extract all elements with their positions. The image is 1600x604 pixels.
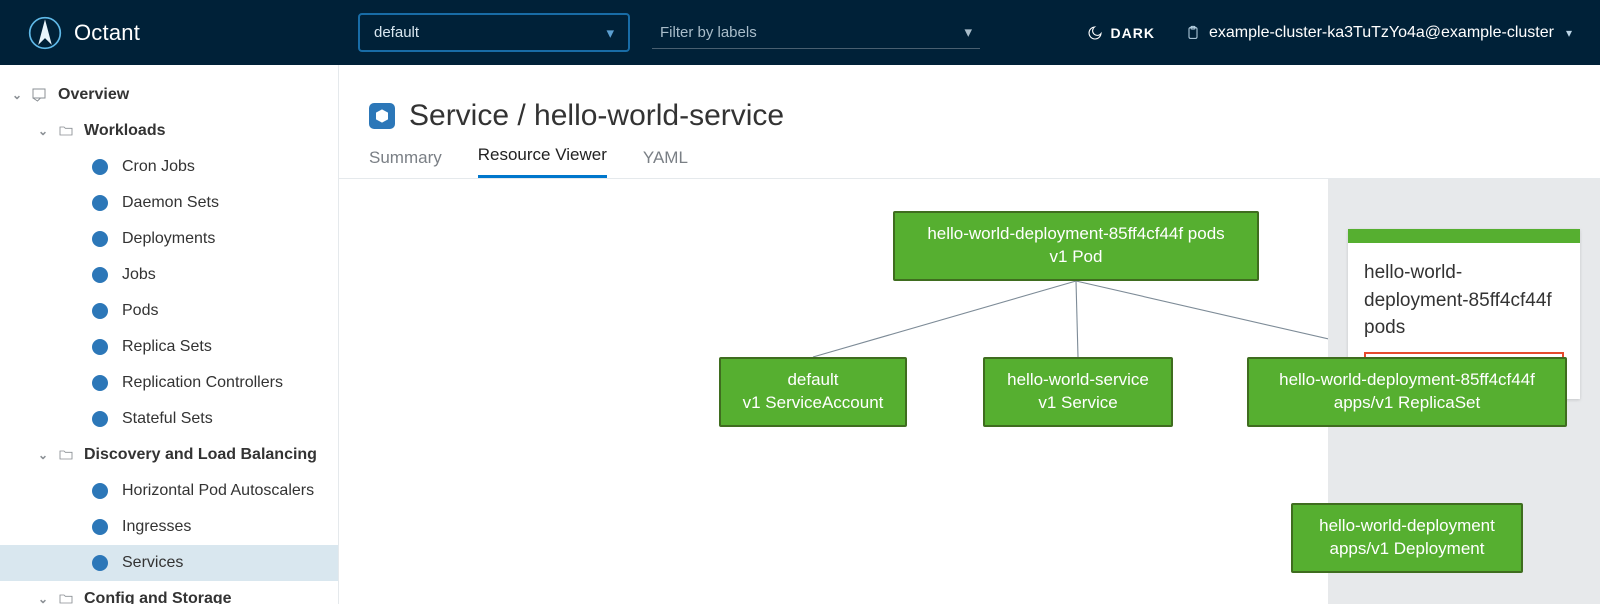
sidebar-item-label: Horizontal Pod Autoscalers: [122, 482, 314, 500]
tab-summary[interactable]: Summary: [369, 148, 442, 178]
sidebar-section-label: Discovery and Load Balancing: [84, 446, 317, 464]
resource-icon: [92, 519, 108, 535]
sidebar-item-label: Cron Jobs: [122, 158, 195, 176]
tabs: Summary Resource Viewer YAML: [339, 133, 1600, 179]
theme-toggle[interactable]: DARK: [1087, 25, 1155, 41]
sidebar-item-label: Pods: [122, 302, 158, 320]
layout: ⌄ Overview ⌄ Workloads Cron Jobs Daemon …: [0, 65, 1600, 604]
resource-icon: [92, 555, 108, 571]
theme-label: DARK: [1111, 25, 1155, 41]
sidebar-item-label: Ingresses: [122, 518, 191, 536]
header-bar: Octant default ▾ Filter by labels ▾ DARK…: [0, 0, 1600, 65]
moon-icon: [1087, 25, 1103, 41]
resource-icon: [92, 195, 108, 211]
tab-yaml[interactable]: YAML: [643, 148, 688, 178]
sidebar-item-deployments[interactable]: Deployments: [0, 221, 338, 257]
namespace-select[interactable]: default ▾: [358, 13, 630, 52]
sidebar-section-config-and-storage[interactable]: ⌄ Config and Storage: [0, 581, 338, 604]
page-title: Service / hello-world-service: [409, 99, 784, 133]
resource-icon: [92, 231, 108, 247]
chevron-down-icon: ⌄: [36, 592, 50, 604]
service-icon: [369, 103, 395, 129]
sidebar-item-label: Stateful Sets: [122, 410, 213, 428]
node-name: hello-world-deployment-85ff4cf44f pods: [927, 223, 1224, 246]
sidebar-item-overview[interactable]: ⌄ Overview: [0, 77, 338, 113]
sidebar-item-ingresses[interactable]: Ingresses: [0, 509, 338, 545]
namespace-selected-value: default: [374, 24, 419, 41]
octant-logo-icon: [28, 16, 62, 50]
clipboard-icon: [1185, 25, 1201, 41]
cluster-selector[interactable]: example-cluster-ka3TuTzYo4a@example-clus…: [1185, 24, 1572, 42]
chevron-down-icon: ⌄: [36, 124, 50, 138]
node-name: default: [787, 369, 838, 392]
sidebar-item-label: Daemon Sets: [122, 194, 219, 212]
overview-icon: [30, 86, 48, 104]
folder-icon: [58, 447, 74, 463]
graph-node-pods[interactable]: hello-world-deployment-85ff4cf44f podsv1…: [893, 211, 1259, 281]
sidebar-item-hpa[interactable]: Horizontal Pod Autoscalers: [0, 473, 338, 509]
sidebar-section-label: Config and Storage: [84, 590, 232, 604]
sidebar-item-replica-sets[interactable]: Replica Sets: [0, 329, 338, 365]
sidebar-item-label: Replica Sets: [122, 338, 212, 356]
resource-icon: [92, 411, 108, 427]
graph-node-replicaset[interactable]: hello-world-deployment-85ff4cf44fapps/v1…: [1247, 357, 1567, 427]
sidebar-item-label: Overview: [58, 86, 129, 104]
resource-icon: [92, 303, 108, 319]
sidebar-item-label: Jobs: [122, 266, 156, 284]
resource-graph[interactable]: hello-world-deployment-85ff4cf44f podsv1…: [339, 179, 1328, 604]
detail-title: hello-world-deployment-85ff4cf44f pods: [1364, 259, 1564, 342]
labels-filter-input[interactable]: Filter by labels ▾: [652, 16, 980, 49]
node-kind: v1 Service: [1038, 392, 1117, 415]
node-name: hello-world-service: [1007, 369, 1149, 392]
resource-icon: [92, 267, 108, 283]
resource-icon: [92, 339, 108, 355]
node-name: hello-world-deployment-85ff4cf44f: [1279, 369, 1535, 392]
caret-down-icon: ▾: [606, 24, 614, 42]
chevron-down-icon: ⌄: [10, 88, 24, 102]
resource-viewer-area: hello-world-deployment-85ff4cf44f podsv1…: [339, 179, 1600, 604]
sidebar-item-pods[interactable]: Pods: [0, 293, 338, 329]
folder-icon: [58, 123, 74, 139]
folder-icon: [58, 591, 74, 604]
sidebar-item-cron-jobs[interactable]: Cron Jobs: [0, 149, 338, 185]
sidebar-item-jobs[interactable]: Jobs: [0, 257, 338, 293]
sidebar-item-stateful-sets[interactable]: Stateful Sets: [0, 401, 338, 437]
sidebar-section-label: Workloads: [84, 122, 166, 140]
chevron-down-icon: ▾: [1566, 26, 1572, 40]
tab-resource-viewer[interactable]: Resource Viewer: [478, 145, 607, 178]
sidebar-section-discovery-and-load-balancing[interactable]: ⌄ Discovery and Load Balancing: [0, 437, 338, 473]
sidebar-item-services[interactable]: Services: [0, 545, 338, 581]
node-kind: v1 Pod: [1050, 246, 1103, 269]
node-kind: apps/v1 ReplicaSet: [1334, 392, 1480, 415]
graph-node-sa[interactable]: defaultv1 ServiceAccount: [719, 357, 907, 427]
sidebar-section-workloads[interactable]: ⌄ Workloads: [0, 113, 338, 149]
graph-node-service[interactable]: hello-world-servicev1 Service: [983, 357, 1173, 427]
labels-filter-placeholder: Filter by labels: [660, 24, 757, 41]
resource-icon: [92, 375, 108, 391]
sidebar: ⌄ Overview ⌄ Workloads Cron Jobs Daemon …: [0, 65, 339, 604]
sidebar-item-daemon-sets[interactable]: Daemon Sets: [0, 185, 338, 221]
node-kind: apps/v1 Deployment: [1330, 538, 1485, 561]
sidebar-item-label: Deployments: [122, 230, 215, 248]
content: Service / hello-world-service Summary Res…: [339, 65, 1600, 604]
sidebar-item-label: Replication Controllers: [122, 374, 283, 392]
brand-name: Octant: [74, 20, 140, 46]
chevron-down-icon: ⌄: [36, 448, 50, 462]
sidebar-item-replication-controllers[interactable]: Replication Controllers: [0, 365, 338, 401]
cluster-name: example-cluster-ka3TuTzYo4a@example-clus…: [1209, 24, 1554, 42]
sidebar-item-label: Services: [122, 554, 183, 572]
graph-node-deployment[interactable]: hello-world-deploymentapps/v1 Deployment: [1291, 503, 1523, 573]
brand: Octant: [28, 16, 358, 50]
page-title-row: Service / hello-world-service: [339, 65, 1600, 133]
node-kind: v1 ServiceAccount: [743, 392, 884, 415]
resource-icon: [92, 483, 108, 499]
node-name: hello-world-deployment: [1319, 515, 1495, 538]
resource-icon: [92, 159, 108, 175]
caret-down-icon: ▾: [964, 23, 972, 41]
